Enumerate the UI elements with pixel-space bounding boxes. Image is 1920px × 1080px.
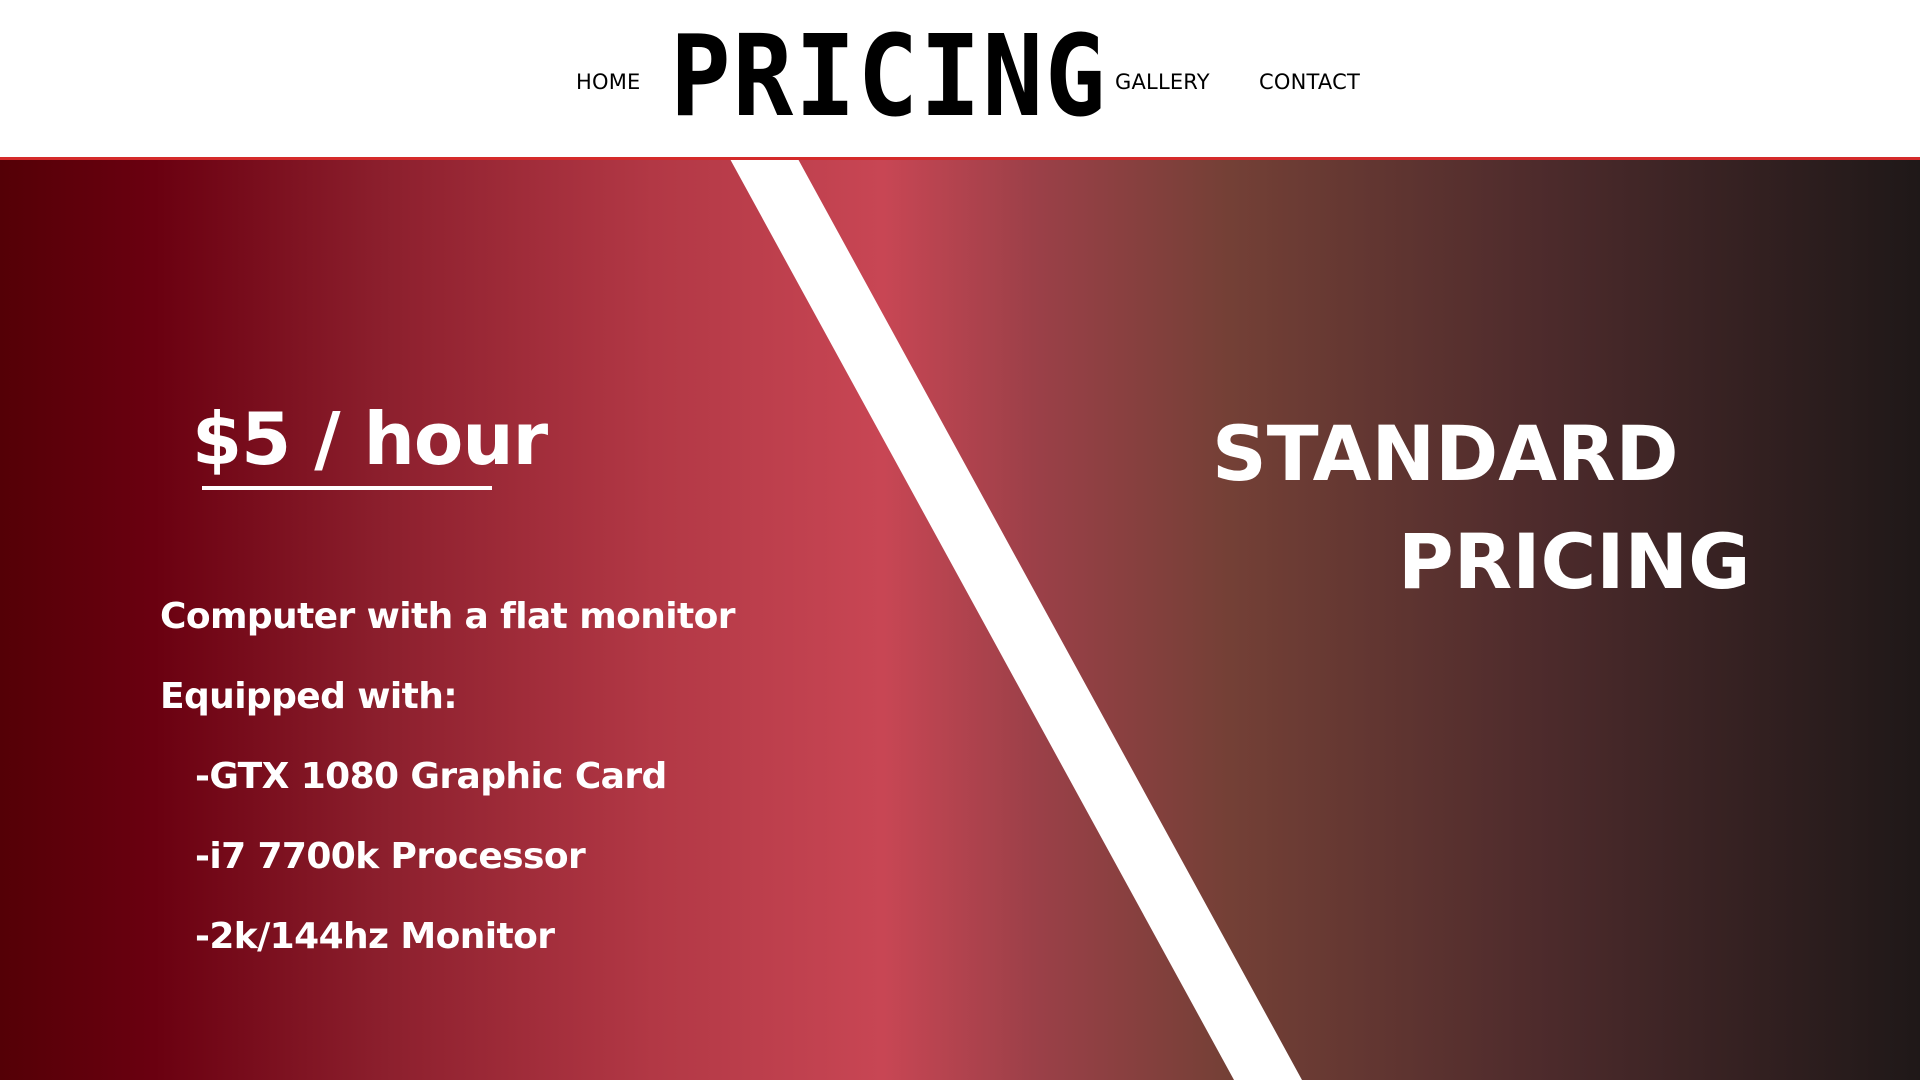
header-divider <box>0 157 1920 160</box>
site-header: HOME PRICING GALLERY CONTACT <box>0 0 1920 159</box>
nav-home-link[interactable]: HOME <box>576 70 641 94</box>
nav-contact-link[interactable]: CONTACT <box>1259 70 1360 94</box>
pricing-hero: $5 / hour Computer with a flat monitor E… <box>0 159 1920 1080</box>
feature-list: Computer with a flat monitor Equipped wi… <box>160 577 736 977</box>
price-label: $5 / hour <box>192 397 548 481</box>
nav-gallery-link[interactable]: GALLERY <box>1115 70 1210 94</box>
feature-item: Equipped with: <box>160 676 458 717</box>
feature-item: -i7 7700k Processor <box>195 836 586 877</box>
feature-item: -2k/144hz Monitor <box>195 916 555 957</box>
feature-item: -GTX 1080 Graphic Card <box>195 756 667 797</box>
price-underline <box>202 486 492 490</box>
feature-item: Computer with a flat monitor <box>160 596 736 637</box>
site-logo[interactable]: PRICING <box>670 21 1106 133</box>
plan-title-line2: PRICING <box>1398 517 1751 606</box>
plan-title-line1: STANDARD <box>1212 409 1679 498</box>
